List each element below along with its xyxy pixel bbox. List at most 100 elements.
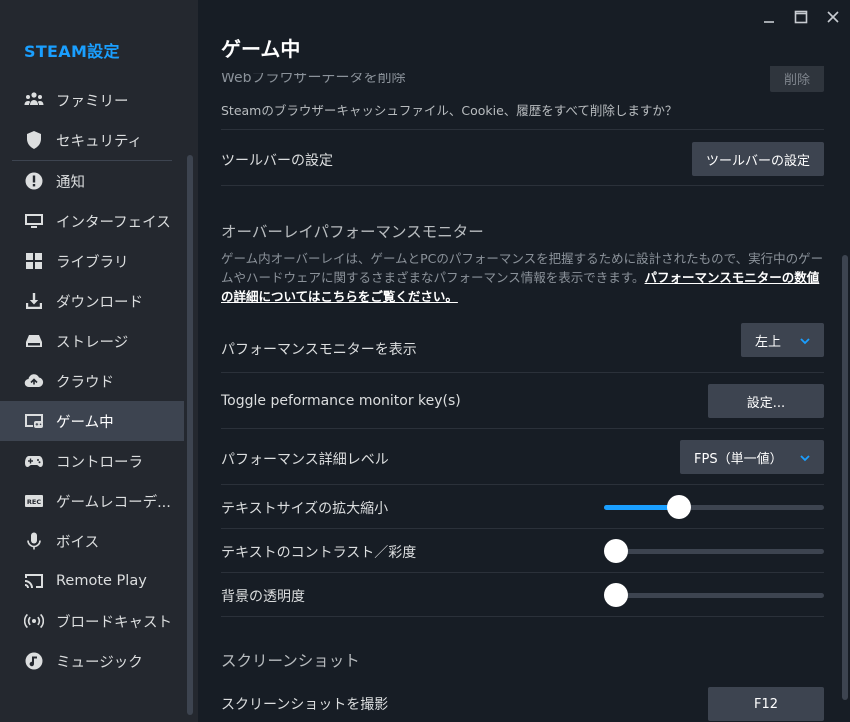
text-contrast-label: テキストのコントラスト／彩度 bbox=[221, 545, 417, 561]
controller-icon bbox=[24, 451, 44, 471]
slider-thumb[interactable] bbox=[604, 539, 628, 563]
sidebar-item-remote-play[interactable]: Remote Play bbox=[0, 561, 184, 601]
cast-icon bbox=[24, 571, 44, 591]
shield-icon bbox=[24, 130, 44, 150]
show-monitor-label: パフォーマンスモニターを表示 bbox=[221, 342, 417, 358]
sidebar-item-label: ストレージ bbox=[56, 334, 129, 351]
take-screenshot-label: スクリーンショットを撮影 bbox=[221, 697, 389, 713]
maximize-button[interactable] bbox=[792, 8, 810, 26]
sidebar-item-label: コントローラ bbox=[56, 454, 143, 471]
sidebar-item-label: ダウンロード bbox=[56, 294, 143, 311]
microphone-icon bbox=[24, 531, 44, 551]
sidebar-item-storage[interactable]: ストレージ bbox=[0, 321, 184, 361]
in-game-icon bbox=[24, 411, 44, 431]
svg-text:REC: REC bbox=[27, 498, 41, 506]
toggle-key-settings-button[interactable]: 設定... bbox=[708, 384, 824, 418]
sidebar-item-library[interactable]: ライブラリ bbox=[0, 241, 184, 281]
slider-track bbox=[604, 549, 824, 554]
chevron-down-icon bbox=[800, 452, 810, 462]
dropdown-value: 左上 bbox=[755, 334, 782, 350]
sidebar-item-broadcast[interactable]: ブロードキャスト bbox=[0, 601, 184, 641]
overlay-performance-section: オーバーレイパフォーマンスモニター ゲーム内オーバーレイは、ゲームとPCのパフォ… bbox=[221, 186, 824, 323]
sidebar-item-label: ミュージック bbox=[56, 654, 143, 671]
close-button[interactable] bbox=[824, 8, 842, 26]
detail-level-label: パフォーマンス詳細レベル bbox=[221, 452, 389, 468]
show-monitor-row: パフォーマンスモニターを表示 左上 bbox=[221, 323, 824, 373]
sidebar-item-label: インターフェイス bbox=[56, 214, 171, 231]
main-scrollbar[interactable] bbox=[842, 255, 848, 700]
slider-thumb[interactable] bbox=[604, 583, 628, 607]
sidebar-item-cloud[interactable]: クラウド bbox=[0, 361, 184, 401]
sidebar-nav: ファミリー セキュリティ 通知 インターフェイス ライブラリ ダウンロード スト… bbox=[0, 80, 184, 681]
take-screenshot-row: スクリーンショットを撮影 F12 bbox=[221, 687, 824, 722]
page-title: ゲーム中 bbox=[221, 37, 301, 61]
monitor-position-dropdown[interactable]: 左上 bbox=[741, 323, 824, 357]
grid-icon bbox=[24, 251, 44, 271]
text-size-slider[interactable] bbox=[604, 494, 824, 520]
sidebar-item-interface[interactable]: インターフェイス bbox=[0, 201, 184, 241]
sidebar-item-downloads[interactable]: ダウンロード bbox=[0, 281, 184, 321]
overlay-description: ゲーム内オーバーレイは、ゲームとPCのパフォーマンスを把握するために設計されたも… bbox=[221, 249, 824, 306]
sidebar-item-security[interactable]: セキュリティ bbox=[0, 120, 184, 160]
sidebar-item-label: Remote Play bbox=[56, 573, 147, 589]
cloud-icon bbox=[24, 371, 44, 391]
window-controls bbox=[760, 8, 842, 26]
minimize-button[interactable] bbox=[760, 8, 778, 26]
detail-level-dropdown[interactable]: FPS（単一値） bbox=[680, 440, 824, 474]
toggle-key-row: Toggle peformance monitor key(s) 設定... bbox=[221, 373, 824, 429]
screenshot-section: スクリーンショット bbox=[221, 617, 824, 687]
sidebar-item-music[interactable]: ミュージック bbox=[0, 641, 184, 681]
broadcast-icon bbox=[24, 611, 44, 631]
sidebar-item-label: ファミリー bbox=[56, 93, 129, 110]
sidebar-item-label: ゲーム中 bbox=[56, 414, 114, 431]
close-icon bbox=[827, 11, 839, 23]
sidebar-item-label: ゲームレコーデ... bbox=[56, 494, 171, 511]
bg-opacity-row: 背景の透明度 bbox=[221, 573, 824, 617]
sidebar-item-label: ライブラリ bbox=[56, 254, 129, 271]
section-header-overlay: オーバーレイパフォーマンスモニター bbox=[221, 223, 484, 241]
slider-thumb[interactable] bbox=[666, 495, 691, 519]
main-panel: ゲーム中 Webブラウザーデータを削除 削除 Steamのブラウザーキャッシュフ… bbox=[198, 0, 850, 722]
maximize-icon bbox=[794, 10, 808, 24]
sidebar-item-label: ボイス bbox=[56, 534, 100, 551]
notification-icon bbox=[24, 171, 44, 191]
sidebar-item-label: セキュリティ bbox=[56, 133, 143, 150]
monitor-icon bbox=[24, 211, 44, 231]
sidebar-item-label: 通知 bbox=[56, 174, 85, 191]
sidebar-item-label: ブロードキャスト bbox=[56, 614, 172, 631]
minimize-icon bbox=[764, 21, 774, 23]
family-icon bbox=[24, 90, 44, 110]
text-contrast-slider[interactable] bbox=[604, 538, 824, 564]
text-size-label: テキストサイズの拡大縮小 bbox=[221, 501, 389, 517]
toolbar-settings-row: ツールバーの設定 ツールバーの設定 bbox=[221, 130, 824, 186]
bg-opacity-label: 背景の透明度 bbox=[221, 589, 305, 605]
toolbar-settings-button[interactable]: ツールバーの設定 bbox=[692, 142, 824, 176]
web-browser-row: Webブラウザーデータを削除 削除 Steamのブラウザーキャッシュファイル、C… bbox=[221, 60, 824, 130]
sidebar: STEAM設定 ファミリー セキュリティ 通知 インターフェイス ライブラリ ダ… bbox=[0, 0, 198, 722]
bg-opacity-slider[interactable] bbox=[604, 582, 824, 608]
sidebar-item-label: クラウド bbox=[56, 374, 114, 391]
sidebar-item-controller[interactable]: コントローラ bbox=[0, 441, 184, 481]
screenshot-key-button[interactable]: F12 bbox=[708, 687, 824, 721]
sidebar-title: STEAM設定 bbox=[24, 42, 120, 61]
text-contrast-row: テキストのコントラスト／彩度 bbox=[221, 529, 824, 573]
music-icon bbox=[24, 651, 44, 671]
sidebar-item-game-recording[interactable]: REC ゲームレコーデ... bbox=[0, 481, 184, 521]
download-icon bbox=[24, 291, 44, 311]
rec-icon: REC bbox=[24, 491, 44, 511]
sidebar-item-notifications[interactable]: 通知 bbox=[0, 161, 184, 201]
storage-icon bbox=[24, 331, 44, 351]
detail-level-row: パフォーマンス詳細レベル FPS（単一値） bbox=[221, 429, 824, 485]
sidebar-item-in-game[interactable]: ゲーム中 bbox=[0, 401, 184, 441]
toggle-key-label: Toggle peformance monitor key(s) bbox=[221, 393, 461, 409]
settings-content: Webブラウザーデータを削除 削除 Steamのブラウザーキャッシュファイル、C… bbox=[221, 60, 824, 722]
section-header-screenshot: スクリーンショット bbox=[221, 652, 360, 670]
sidebar-scrollbar[interactable] bbox=[187, 155, 193, 715]
web-browser-desc: Steamのブラウザーキャッシュファイル、Cookie、履歴をすべて削除しますか… bbox=[221, 103, 678, 118]
slider-track bbox=[604, 593, 824, 598]
sidebar-item-family[interactable]: ファミリー bbox=[0, 80, 184, 120]
sidebar-item-voice[interactable]: ボイス bbox=[0, 521, 184, 561]
delete-browser-data-button[interactable]: 削除 bbox=[770, 66, 824, 92]
chevron-down-icon bbox=[800, 335, 810, 345]
web-browser-label: Webブラウザーデータを削除 bbox=[221, 70, 406, 86]
